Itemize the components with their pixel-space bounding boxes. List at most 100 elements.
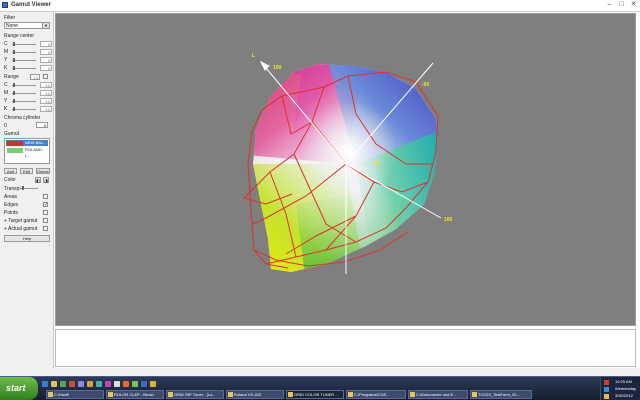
- filter-select[interactable]: None ▼: [4, 22, 50, 29]
- chroma-label: Chroma cylinder: [4, 115, 41, 121]
- chroma-min-label: 0: [4, 123, 7, 129]
- info-panel[interactable]: [55, 329, 636, 367]
- taskbar-item[interactable]: C:\Programs\CGS...: [346, 390, 406, 399]
- app-icon: [168, 392, 173, 397]
- taskbar-item-active[interactable]: GRID COLOR TUNER ...: [286, 390, 344, 399]
- color-reset-button[interactable]: ◨: [43, 177, 49, 183]
- taskbar-item[interactable]: Roland VS-420: [226, 390, 284, 399]
- network-icon[interactable]: [604, 387, 609, 392]
- clock-date: 3/30/2012: [615, 393, 633, 398]
- app-icon[interactable]: [123, 381, 129, 387]
- status-strip: [0, 368, 640, 376]
- volume-icon[interactable]: [604, 394, 609, 399]
- app-icon[interactable]: [60, 381, 66, 387]
- control-sidebar: Filter None ▼ Range center C0 M0 Y0 K0 R…: [0, 12, 54, 376]
- slider-handle[interactable]: [13, 42, 15, 46]
- app-icon[interactable]: [132, 381, 138, 387]
- app-icon[interactable]: [114, 381, 120, 387]
- app-icon: [108, 392, 113, 397]
- range-center-label: Range center: [4, 33, 35, 39]
- ie-icon[interactable]: [42, 381, 48, 387]
- range-all-value[interactable]: 10: [30, 74, 40, 80]
- edit-button[interactable]: Edit: [20, 168, 33, 174]
- axis-label-l: L: [252, 53, 255, 59]
- color-label: Color: [4, 177, 16, 183]
- app-icon[interactable]: [87, 381, 93, 387]
- axis-label-a-plus: 100: [273, 65, 282, 71]
- range-label: Range: [4, 74, 19, 80]
- axis-label-b-plus: 100: [444, 217, 453, 223]
- window-title: Gamut Viewer: [11, 2, 51, 8]
- list-item[interactable]: NEW-BAL...: [6, 140, 48, 146]
- app-icon[interactable]: [141, 381, 147, 387]
- areas-label: Areas: [4, 194, 18, 200]
- list-item[interactable]: ROLAND-L...: [6, 147, 48, 158]
- folder-icon: [48, 392, 53, 397]
- maximize-button[interactable]: □: [617, 1, 626, 9]
- system-tray: 10:29 AM Wednesday 3/30/2012: [600, 377, 640, 400]
- app-icon[interactable]: [96, 381, 102, 387]
- alert-icon[interactable]: [604, 380, 609, 385]
- app-icon: [2, 2, 8, 8]
- clock-day: Wednesday: [615, 386, 637, 391]
- help-button[interactable]: Help: [4, 235, 50, 242]
- folder-icon[interactable]: [51, 381, 57, 387]
- taskbar: start C:\Hueff ROLOR CLEP - Brush GRID R…: [0, 376, 640, 400]
- range-m[interactable]: M 10: [4, 90, 52, 96]
- gamut-3d-render[interactable]: 100 -90 100 L 50: [56, 14, 635, 325]
- clock-time[interactable]: 10:29 AM: [615, 379, 632, 384]
- filter-value: None: [6, 23, 18, 29]
- range-center-k[interactable]: K0: [4, 65, 52, 71]
- title-bar: Gamut Viewer – □ ✕: [0, 0, 640, 12]
- points-checkbox[interactable]: [43, 210, 48, 215]
- chevron-down-icon[interactable]: ▼: [42, 23, 49, 28]
- gamut-label: Gamut: [4, 131, 20, 137]
- areas-checkbox[interactable]: [43, 194, 48, 199]
- actual-gamut-checkbox[interactable]: [43, 226, 48, 231]
- range-y[interactable]: Y 10: [4, 98, 52, 104]
- actual-gamut-label: + Actual gamut: [4, 226, 38, 232]
- range-lock-checkbox[interactable]: [43, 74, 48, 79]
- chroma-value[interactable]: 0: [36, 122, 48, 128]
- gamut-swatch: [7, 148, 23, 153]
- range-center-c[interactable]: C0: [4, 41, 52, 47]
- minimize-button[interactable]: –: [605, 1, 614, 9]
- color-picker-button[interactable]: ◧: [35, 177, 41, 183]
- slider-handle[interactable]: [22, 186, 24, 190]
- taskbar-item[interactable]: ROLOR CLEP - Brush: [106, 390, 164, 399]
- taskbar-item[interactable]: T:\CGS_TestForm_20...: [470, 390, 532, 399]
- taskbar-item[interactable]: C:\Hueff: [46, 390, 104, 399]
- start-button[interactable]: start: [0, 377, 38, 400]
- points-label: Points: [4, 210, 18, 216]
- slider-handle[interactable]: [13, 107, 15, 111]
- range-center-y[interactable]: Y0: [4, 57, 52, 63]
- folder-icon: [472, 392, 477, 397]
- taskbar-item[interactable]: GRID RIP Tuner - [Lo...: [166, 390, 224, 399]
- slider-handle[interactable]: [13, 66, 15, 70]
- gamut-3d-viewport[interactable]: 100 -90 100 L 50: [55, 13, 636, 326]
- folder-icon: [410, 392, 415, 397]
- app-icon: [228, 392, 233, 397]
- target-gamut-checkbox[interactable]: [43, 218, 48, 223]
- app-icon[interactable]: [105, 381, 111, 387]
- axis-label-b-minus: -90: [422, 82, 429, 88]
- range-k[interactable]: K 10: [4, 106, 52, 112]
- app-icon[interactable]: [150, 381, 156, 387]
- range-c[interactable]: C 10: [4, 82, 52, 88]
- slider-handle[interactable]: [13, 58, 15, 62]
- delete-button[interactable]: Delete: [36, 168, 50, 174]
- slider-handle[interactable]: [13, 50, 15, 54]
- range-center-m[interactable]: M0: [4, 49, 52, 55]
- close-button[interactable]: ✕: [629, 1, 638, 9]
- app-icon[interactable]: [69, 381, 75, 387]
- filter-label: Filter: [4, 15, 16, 21]
- taskbar-item[interactable]: C:\Dokumente und E...: [408, 390, 468, 399]
- slider-handle[interactable]: [13, 83, 15, 87]
- app-icon[interactable]: [78, 381, 84, 387]
- edges-label: Edges: [4, 202, 19, 208]
- gamut-list[interactable]: NEW-BAL... ROLAND-L...: [4, 138, 50, 164]
- add-button[interactable]: Add: [4, 168, 17, 174]
- edges-checkbox[interactable]: ✓: [43, 202, 48, 208]
- slider-handle[interactable]: [13, 91, 15, 95]
- slider-handle[interactable]: [13, 99, 15, 103]
